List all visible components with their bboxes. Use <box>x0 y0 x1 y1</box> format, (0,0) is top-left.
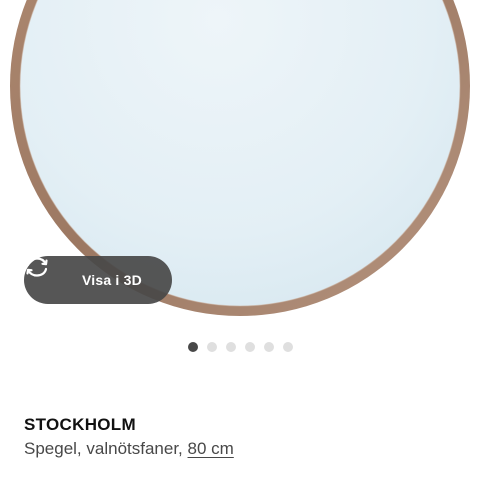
product-name: STOCKHOLM <box>24 415 136 434</box>
carousel-dot-6[interactable] <box>282 342 293 352</box>
product-image[interactable]: Visa i 3D <box>0 0 480 330</box>
product-description-text: Spegel, valnötsfaner, <box>24 439 183 458</box>
product-size-link[interactable]: 80 cm <box>188 439 234 458</box>
view-in-3d-label: Visa i 3D <box>82 272 142 288</box>
image-carousel-dots <box>0 341 480 353</box>
carousel-dot-1[interactable] <box>187 342 198 352</box>
product-info: STOCKHOLM Spegel, valnötsfaner, 80 cm <box>24 414 464 462</box>
rotate-3d-icon <box>26 257 70 291</box>
view-in-3d-button[interactable]: Visa i 3D <box>24 256 172 304</box>
carousel-dot-4[interactable] <box>244 342 255 352</box>
product-description: Spegel, valnötsfaner, 80 cm <box>24 436 464 462</box>
carousel-dot-3[interactable] <box>225 342 236 352</box>
carousel-dot-2[interactable] <box>206 342 217 352</box>
product-page: Visa i 3D STOCKHOLM Spegel, valnötsfaner… <box>0 0 480 480</box>
carousel-dot-5[interactable] <box>263 342 274 352</box>
